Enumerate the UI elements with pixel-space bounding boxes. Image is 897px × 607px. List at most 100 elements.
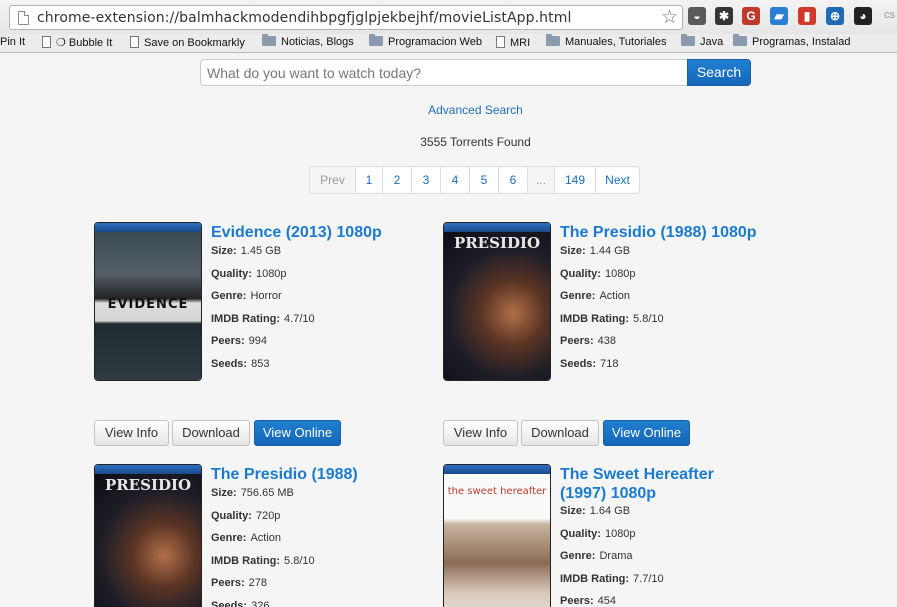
pocket-icon[interactable]: ◒ [688,7,706,25]
field-label: Quality: [211,267,252,280]
movie-rating: IMDB Rating: 5.8/10 [560,313,664,325]
bluray-case-top [444,223,550,232]
movie-peers: Peers: 454 [560,595,616,607]
bookmark-label: Programas, Instalad [752,36,851,48]
field-label: Genre: [560,290,596,302]
page-link[interactable]: 3 [411,167,440,193]
page-link[interactable]: 5 [469,167,498,193]
bookmark-label: Programacion Web [388,36,482,48]
movie-title[interactable]: The Sweet Hereafter [560,465,714,484]
movie-size: Size: 756.65 MB [211,487,294,499]
bookmark-item[interactable]: Noticias, Blogs [262,34,354,48]
field-value: 756.65 MB [240,487,294,499]
movie-title[interactable]: The Presidio (1988) 1080p [560,223,757,242]
poster-art: EVIDENCE [95,232,201,380]
bookmark-label: Noticias, Blogs [281,36,354,48]
movie-poster[interactable]: the sweet hereafter [443,464,551,607]
poster-art: PRESIDIO [444,232,550,380]
field-label: IMDB Rating: [211,554,281,567]
field-value: 1.64 GB [589,505,631,517]
bookmark-item[interactable]: Programas, Instalad [733,34,851,48]
bookmark-label: ❍ Bubble It [56,37,113,49]
view-info-button[interactable]: View Info [94,420,169,446]
movie-poster[interactable]: EVIDENCE [94,222,202,381]
field-label: Quality: [560,527,601,540]
page-link[interactable]: 1 [355,167,382,193]
movie-title[interactable]: Evidence (2013) 1080p [211,223,382,242]
movie-quality: Quality: 1080p [211,268,287,280]
blue-card-icon[interactable]: ▰ [770,7,788,25]
bookmark-item[interactable]: Pin It [0,36,25,48]
movie-title-line2[interactable]: (1997) 1080p [560,484,656,503]
field-label: Quality: [560,267,601,280]
download-button[interactable]: Download [521,420,599,446]
search-button[interactable]: Search [687,59,751,86]
page-link[interactable]: ... [527,167,554,193]
page-icon [18,11,29,25]
page-link[interactable]: Prev [310,167,355,193]
address-bar[interactable]: chrome-extension://balmhackmodendihbpgfj… [9,5,683,30]
field-label: Seeds: [211,357,248,370]
movie-rating: IMDB Rating: 4.7/10 [211,313,315,325]
bookmark-label: Manuales, Tutoriales [565,36,667,48]
movie-poster[interactable]: PRESIDIO [94,464,202,607]
field-value: 326 [251,599,270,607]
field-value: 5.8/10 [284,554,315,567]
page-link[interactable]: 6 [498,167,527,193]
bookmark-item[interactable]: Programacion Web [369,34,482,48]
movie-quality: Quality: 1080p [560,528,636,540]
download-button[interactable]: Download [172,420,250,446]
field-label: Genre: [211,532,247,544]
bookmark-item[interactable]: Save on Bookmarkly [130,36,245,49]
browser-window: chrome-extension://balmhackmodendihbpgfj… [0,0,897,607]
bookmark-star-icon[interactable]: ☆ [661,6,678,29]
field-value: 720p [255,509,281,522]
movie-peers: Peers: 278 [211,577,267,589]
field-label: Genre: [560,550,596,562]
url-text[interactable]: chrome-extension://balmhackmodendihbpgfj… [37,10,571,26]
movie-quality: Quality: 1080p [560,268,636,280]
puzzle-icon[interactable]: ✱ [715,7,733,25]
red-badge-icon[interactable]: ▮ [798,7,816,25]
movie-title[interactable]: The Presidio (1988) [211,465,358,484]
page-link[interactable]: 2 [382,167,411,193]
movie-poster[interactable]: PRESIDIO [443,222,551,381]
bluray-case-top [95,465,201,474]
page-link[interactable]: Next [595,167,639,193]
bookmark-item[interactable]: Java [681,34,723,48]
page-link[interactable]: 4 [440,167,469,193]
field-label: Peers: [560,595,594,607]
folder-icon [262,34,276,46]
field-label: Size: [211,245,237,257]
view-online-button[interactable]: View Online [254,420,341,446]
movie-rating: IMDB Rating: 5.8/10 [211,555,315,567]
field-value: 1080p [604,527,636,540]
search-input[interactable] [200,59,688,86]
field-label: Size: [211,487,237,499]
document-icon [130,36,139,48]
document-icon [496,36,505,48]
toolbar: chrome-extension://balmhackmodendihbpgfj… [0,0,897,34]
bookmark-item[interactable]: ❍ Bubble It [42,36,112,49]
field-label: IMDB Rating: [211,312,281,325]
pagination: Prev 1 2 3 4 5 6... 149 Next [309,166,640,194]
page-link[interactable]: 149 [554,167,595,193]
field-value: 7.7/10 [633,572,664,585]
field-label: Quality: [211,509,252,522]
view-online-button[interactable]: View Online [603,420,690,446]
advanced-search-link[interactable]: Advanced Search [0,103,897,117]
field-value: Action [250,532,282,544]
field-value: 994 [248,335,267,347]
field-value: 4.7/10 [284,312,315,325]
gradient-icon[interactable]: G [742,7,760,25]
bookmark-item[interactable]: Manuales, Tutoriales [546,34,667,48]
view-info-button[interactable]: View Info [443,420,518,446]
bookmark-item[interactable]: MRI [496,36,530,49]
folder-icon [733,34,747,46]
eye-icon[interactable]: ◕ [854,7,872,25]
poster-title: PRESIDIO [453,234,541,252]
bluray-case-top [444,465,550,474]
globe-icon[interactable]: ⊕ [826,7,844,25]
field-value: 278 [248,577,267,589]
bookmark-label: Save on Bookmarkly [144,37,245,49]
